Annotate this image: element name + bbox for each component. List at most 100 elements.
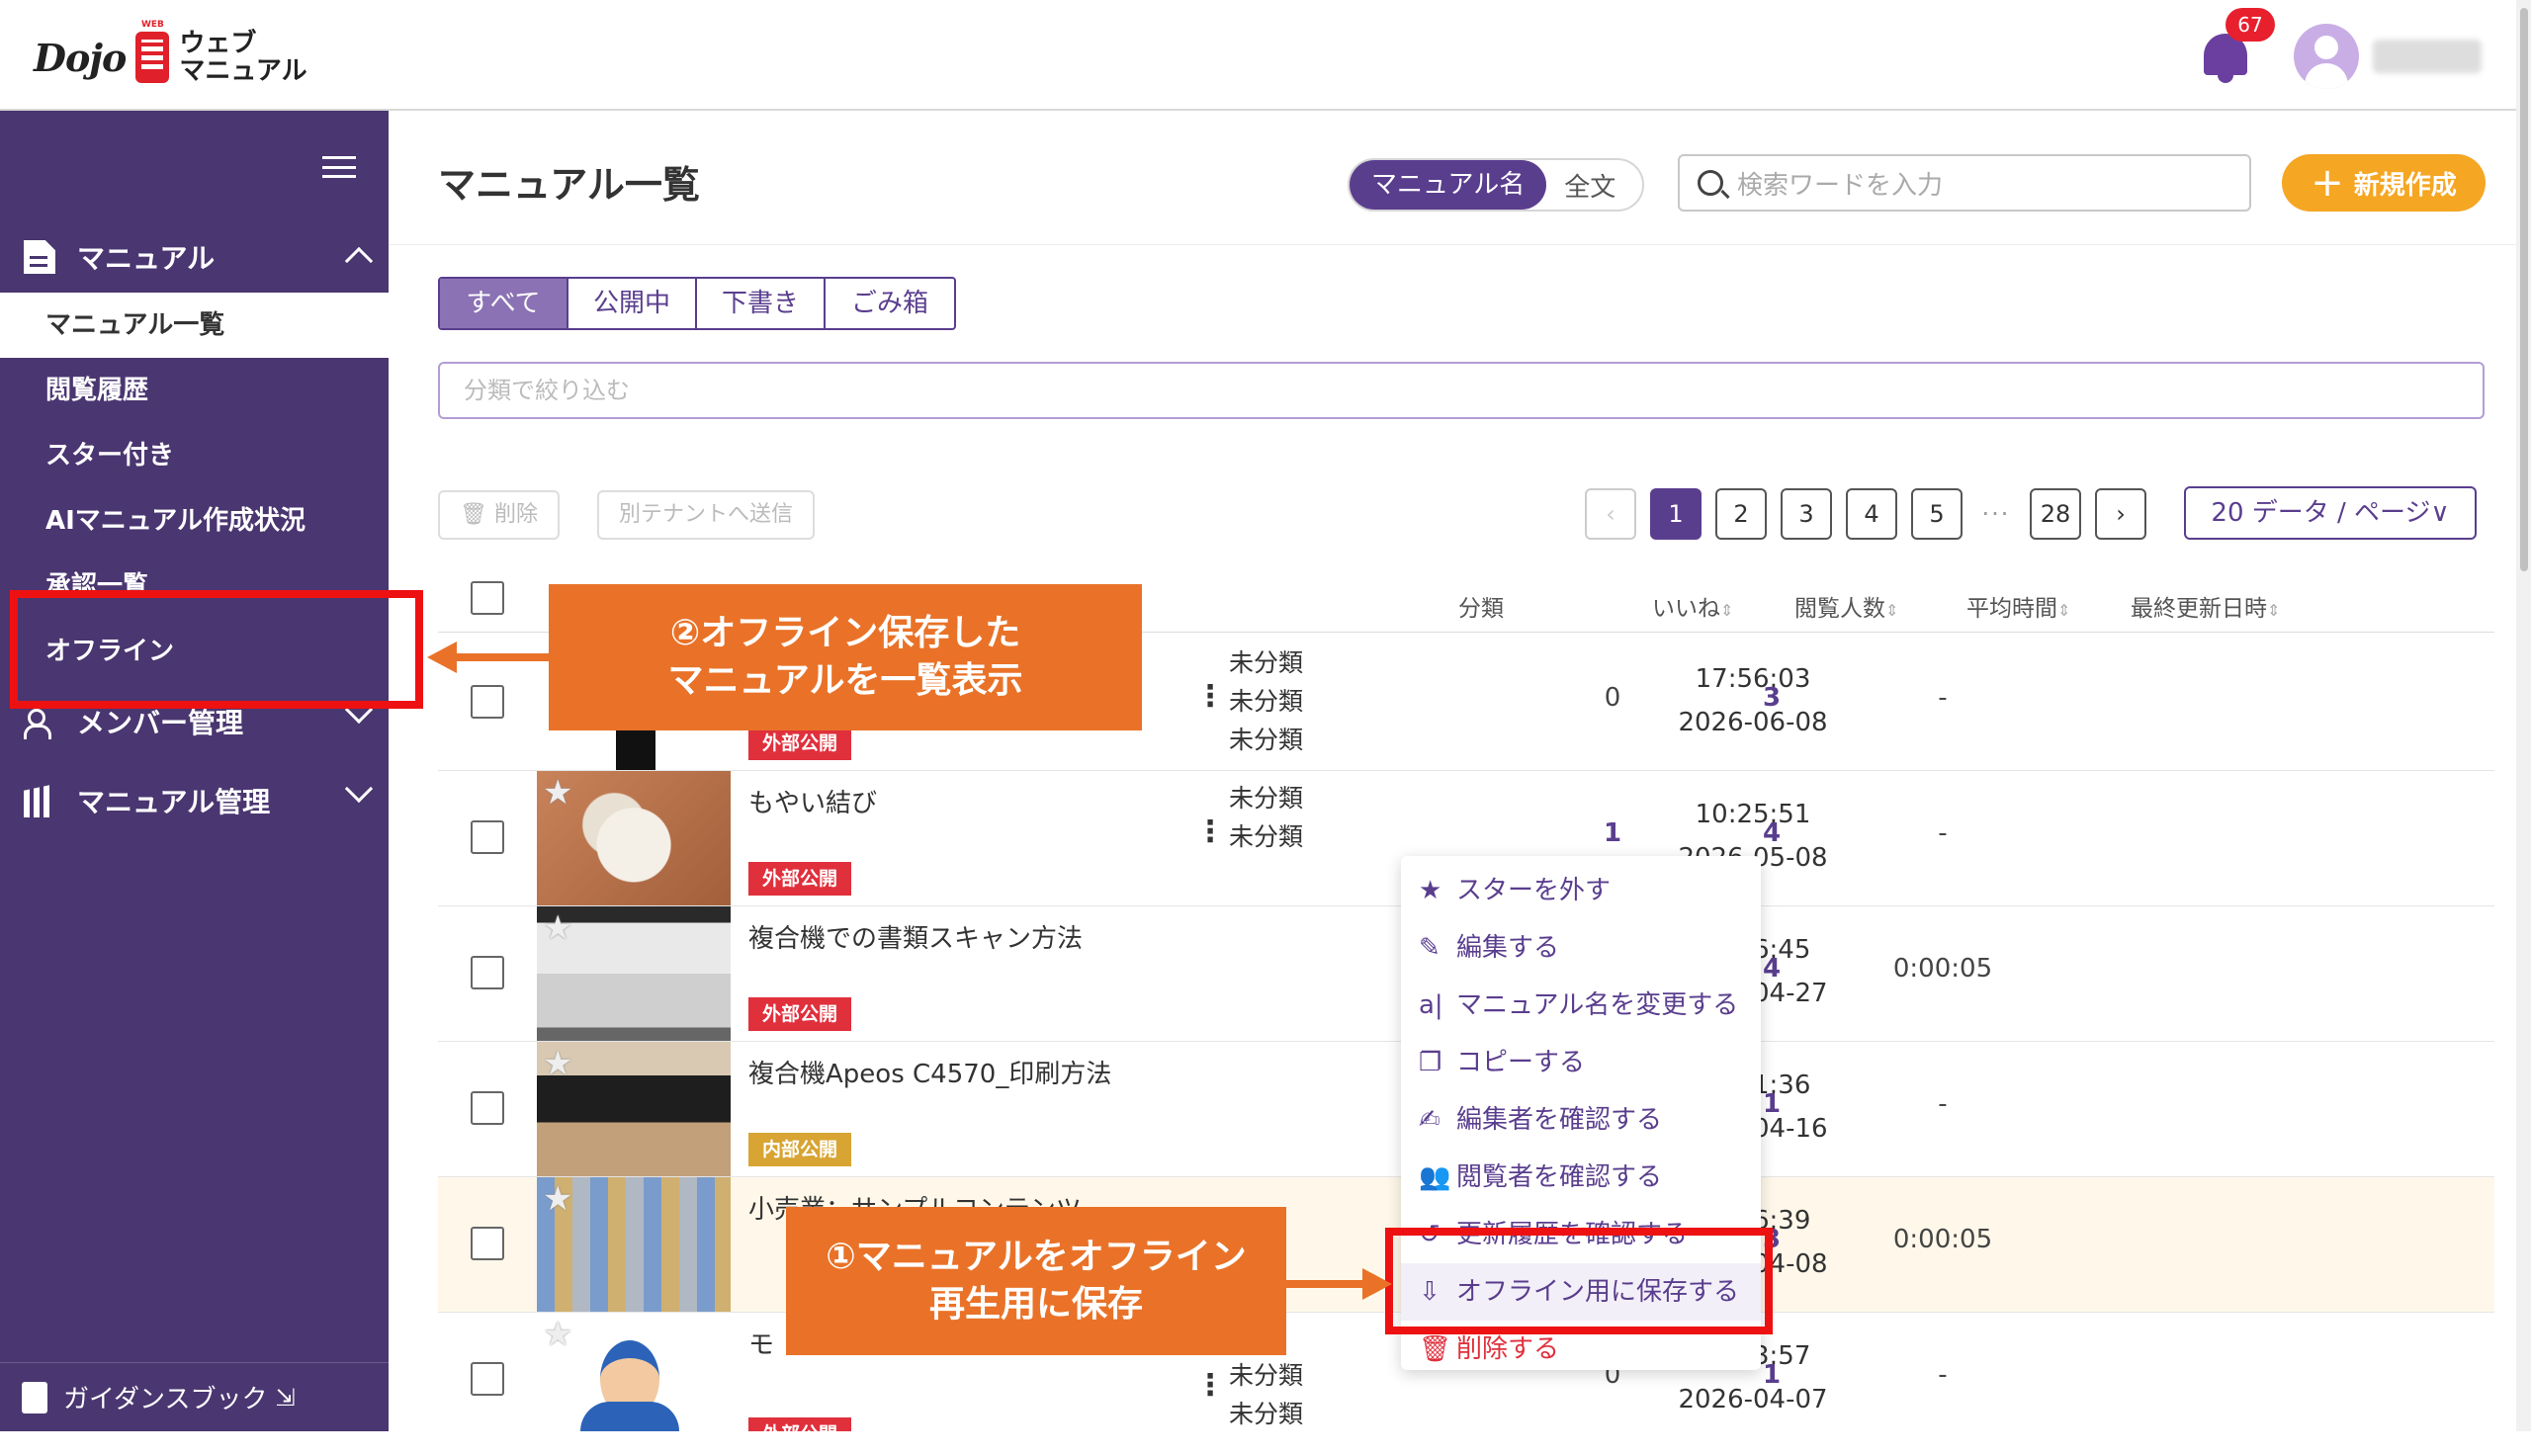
row-checkbox[interactable] <box>471 820 504 854</box>
search-mode-fulltext[interactable]: 全文 <box>1546 167 1633 204</box>
username-blurred[interactable] <box>2373 40 2482 73</box>
tab-draft[interactable]: 下書き <box>697 279 826 328</box>
guidance-book-link[interactable]: ガイダンスブック ⇲ <box>0 1362 389 1431</box>
user-edit-icon: ✍ <box>1419 1105 1440 1135</box>
category-filter-input[interactable]: 分類で絞り込む <box>438 362 2485 419</box>
star-icon[interactable]: ★ <box>543 773 572 813</box>
likes-count[interactable]: 1 <box>1573 818 1652 848</box>
star-icon[interactable]: ★ <box>543 908 572 948</box>
col-likes[interactable]: いいね⇕ <box>1652 589 1733 623</box>
menu-rename[interactable]: a| マニュアル名を変更する <box>1401 977 1761 1034</box>
scrollbar-thumb[interactable] <box>2520 8 2528 571</box>
star-icon: ★ <box>1419 876 1442 905</box>
menu-copy[interactable]: ❐ コピーする <box>1401 1034 1761 1091</box>
top-header: Dojo WEB ウェブ マニュアル 67 <box>0 0 2516 111</box>
user-avatar[interactable] <box>2294 24 2359 89</box>
category-item: 未分類 <box>1229 687 1304 716</box>
search-icon <box>1698 170 1723 196</box>
menu-editors-label: 編集者を確認する <box>1456 1105 1663 1135</box>
col-updated[interactable]: 最終更新日時⇕ <box>2131 589 2280 623</box>
more-options-icon[interactable] <box>1195 679 1225 714</box>
delete-button[interactable]: 🗑 削除 <box>438 490 560 540</box>
sidebar-group-manual-admin[interactable]: マニュアル管理 <box>0 763 389 838</box>
page-button[interactable]: 3 <box>1781 488 1832 540</box>
row-checkbox[interactable] <box>471 685 504 719</box>
search-input[interactable]: 検索ワードを入力 <box>1678 154 2251 212</box>
tab-all[interactable]: すべて <box>440 279 568 328</box>
more-options-icon[interactable] <box>1195 1368 1225 1403</box>
visibility-badge: 内部公開 <box>748 1133 852 1166</box>
search-placeholder: 検索ワードを入力 <box>1737 170 1944 201</box>
app-logo[interactable]: Dojo WEB ウェブ マニュアル <box>34 20 307 87</box>
menu-rename-label: マニュアル名を変更する <box>1456 990 1739 1020</box>
manual-thumbnail[interactable]: ★ <box>537 1177 731 1312</box>
row-checkbox[interactable] <box>471 1362 504 1396</box>
manual-thumbnail[interactable]: ★ <box>537 771 731 905</box>
manual-title[interactable]: もやい結び <box>748 783 877 819</box>
sidebar-group-manual[interactable]: マニュアル <box>0 219 389 295</box>
manual-title[interactable]: モ <box>748 1325 774 1361</box>
row-checkbox[interactable] <box>471 1227 504 1260</box>
pencil-icon: ✎ <box>1419 933 1440 963</box>
highlight-box-offline-nav <box>10 590 423 709</box>
manual-title[interactable]: 複合機Apeos C4570_印刷方法 <box>748 1054 1111 1090</box>
menu-viewers[interactable]: 👥 閲覧者を確認する <box>1401 1149 1761 1206</box>
prev-page-button[interactable]: ‹ <box>1585 488 1636 540</box>
star-icon[interactable]: ★ <box>543 1044 572 1083</box>
callout1-line2: 再生用に保存 <box>928 1284 1143 1325</box>
star-icon[interactable]: ★ <box>543 1315 572 1354</box>
row-checkbox[interactable] <box>471 956 504 989</box>
library-icon <box>24 784 55 817</box>
sidebar-item-ai-status[interactable]: AIマニュアル作成状況 <box>0 488 389 554</box>
sidebar-item-manual-list[interactable]: マニュアル一覧 <box>0 293 389 358</box>
rename-icon: a| <box>1419 990 1443 1020</box>
manual-thumbnail[interactable]: ★ <box>537 1313 731 1447</box>
pager-ellipsis: ··· <box>1981 500 2011 528</box>
search-mode-title[interactable]: マニュアル名 <box>1350 160 1547 210</box>
category-item: 未分類 <box>1229 726 1304 754</box>
per-page-select[interactable]: 20 データ / ページ∨ <box>2184 486 2477 540</box>
col-avg-time[interactable]: 平均時間⇕ <box>1966 589 2070 623</box>
book-icon <box>22 1381 47 1413</box>
arrow-to-menu <box>1286 1280 1365 1288</box>
star-icon[interactable]: ★ <box>543 1179 572 1219</box>
row-checkbox[interactable] <box>471 1091 504 1125</box>
page-button[interactable]: 1 <box>1650 488 1702 540</box>
sidebar-item-starred[interactable]: スター付き <box>0 423 389 488</box>
menu-edit[interactable]: ✎ 編集する <box>1401 919 1761 977</box>
people-icon <box>24 705 55 739</box>
arrow-to-offline <box>457 653 549 661</box>
avg-time: 0:00:05 <box>1892 954 1993 984</box>
search-mode-toggle[interactable]: マニュアル名 全文 <box>1348 158 1644 212</box>
sidebar-item-history[interactable]: 閲覧履歴 <box>0 358 389 423</box>
create-new-label: 新規作成 <box>2353 170 2457 201</box>
menu-toggle-icon[interactable] <box>322 156 356 178</box>
page-button[interactable]: 5 <box>1911 488 1963 540</box>
pagination: ‹ 1 2 3 4 5 ··· 28 › <box>1585 488 2146 540</box>
select-all-checkbox[interactable] <box>471 581 504 615</box>
next-page-button[interactable]: › <box>2095 488 2146 540</box>
menu-unstar[interactable]: ★ スターを外す <box>1401 862 1761 919</box>
manual-thumbnail[interactable]: ★ <box>537 906 731 1041</box>
page-button[interactable]: 28 <box>2030 488 2081 540</box>
create-new-button[interactable]: + 新規作成 <box>2282 154 2486 212</box>
tab-trash[interactable]: ごみ箱 <box>826 279 954 328</box>
menu-editors[interactable]: ✍ 編集者を確認する <box>1401 1091 1761 1149</box>
avg-time: - <box>1938 818 1948 848</box>
manual-thumbnail[interactable]: ★ <box>537 1042 731 1176</box>
page-button[interactable]: 4 <box>1846 488 1897 540</box>
menu-viewers-label: 閲覧者を確認する <box>1456 1162 1663 1192</box>
trash-icon: 🗑 <box>460 502 494 527</box>
more-options-icon[interactable] <box>1195 814 1225 849</box>
send-tenant-button[interactable]: 別テナントへ送信 <box>597 490 816 540</box>
callout2-line2: マニュアルを一覧表示 <box>667 660 1023 701</box>
callout-offline-list: ②オフライン保存した マニュアルを一覧表示 <box>549 584 1142 730</box>
chevron-down-icon <box>344 774 374 804</box>
page-button[interactable]: 2 <box>1715 488 1767 540</box>
col-viewers[interactable]: 閲覧人数⇕ <box>1794 589 1898 623</box>
menu-delete-label: 削除する <box>1456 1334 1560 1364</box>
notification-bell-icon[interactable]: 67 <box>2200 8 2275 83</box>
logo-line1: ウェブ <box>179 29 257 58</box>
tab-published[interactable]: 公開中 <box>568 279 697 328</box>
manual-title[interactable]: 複合機での書類スキャン方法 <box>748 918 1083 955</box>
